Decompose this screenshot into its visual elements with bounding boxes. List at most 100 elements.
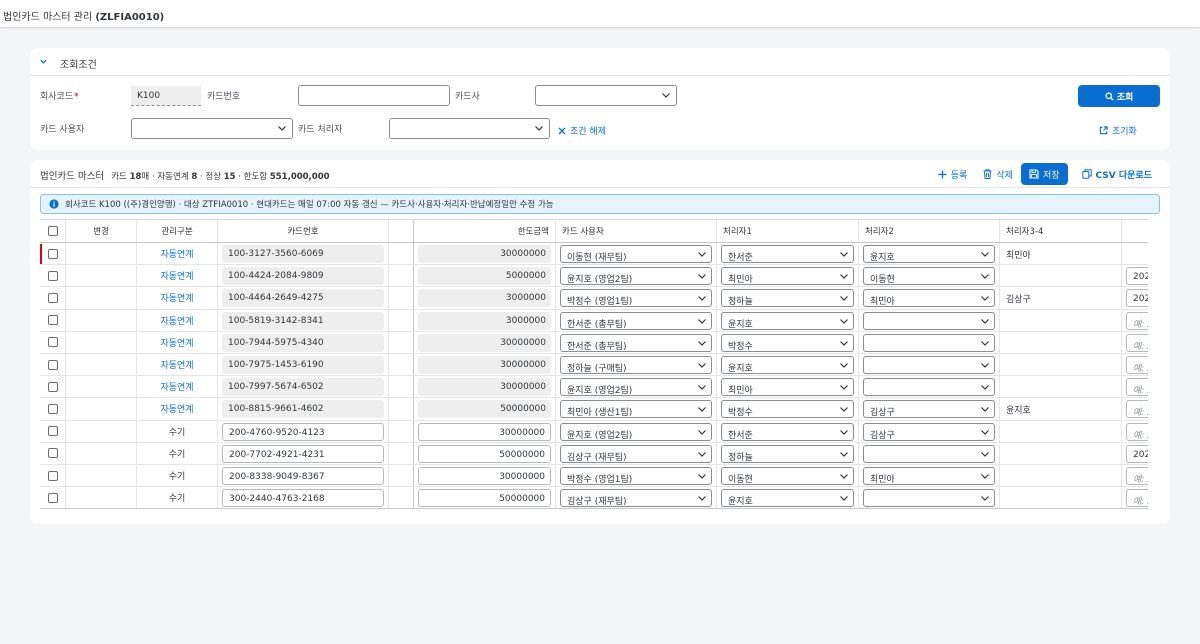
table-row[interactable]: 자동연계 100-4464-2649-4275 3000000 박정수 (영업1팀) 정… (40, 287, 1148, 310)
handler1-select[interactable]: 최민아 (721, 378, 854, 397)
card-user-select[interactable]: 최민아 (생산1팀) (560, 400, 712, 419)
card-no-field[interactable]: 200-8338-9049-8367 (222, 467, 384, 485)
card-user-select[interactable]: 이동현 (재무팀) (560, 245, 712, 263)
handler1-select[interactable]: 정하늘 (721, 444, 854, 463)
reset-button[interactable]: 초기화 (1099, 124, 1137, 137)
table-row[interactable]: 수기 200-8338-9049-8367 30000000 박정수 (영업1팀) 이동… (40, 465, 1148, 488)
add-button[interactable]: 등록 (930, 163, 976, 185)
card-handler-select[interactable] (389, 118, 550, 139)
card-no-input[interactable] (298, 85, 450, 106)
row-checkbox[interactable] (47, 381, 58, 392)
row-checkbox[interactable] (47, 315, 58, 326)
handler2-select[interactable]: 최민아 (863, 289, 995, 308)
row-checkbox[interactable] (47, 270, 58, 281)
return-date-input[interactable]: 예: 2 (1126, 333, 1148, 352)
row-checkbox[interactable] (47, 448, 58, 459)
card-user-select[interactable]: 박정수 (영업1팀) (560, 289, 712, 308)
col-handler34[interactable]: 처리자3-4 (1000, 220, 1122, 242)
handler1-select[interactable]: 윤지호 (721, 489, 854, 508)
return-date-input[interactable]: 2026 (1126, 289, 1148, 308)
handler2-select[interactable]: 김상구 (863, 400, 995, 419)
handler1-select[interactable]: 윤지호 (721, 311, 854, 330)
row-checkbox[interactable] (47, 292, 58, 303)
table-row[interactable]: 수기 200-4760-9520-4123 30000000 윤지호 (영업2팀) 한서… (40, 420, 1148, 443)
table-row[interactable]: 자동연계 100-5819-3142-8341 3000000 한서준 (총무팀) 윤지… (40, 309, 1148, 332)
limit-field[interactable]: 50000000 (418, 489, 551, 508)
handler1-select[interactable]: 한서준 (721, 422, 854, 441)
col-change[interactable]: 변경 (66, 220, 137, 242)
card-user-select[interactable]: 한서준 (총무팀) (560, 333, 712, 352)
return-date-input[interactable]: 2026 (1126, 444, 1148, 463)
col-handler2[interactable]: 처리자2 (859, 220, 1000, 242)
col-handler1[interactable]: 처리자1 (717, 220, 859, 242)
row-checkbox[interactable] (47, 248, 58, 259)
handler1-select[interactable]: 박정수 (721, 333, 854, 352)
handler2-select[interactable]: 김상구 (863, 422, 995, 441)
handler2-select[interactable] (863, 444, 995, 463)
return-date-input[interactable]: 예: 2 (1126, 467, 1148, 485)
csv-download-button[interactable]: CSV 다운로드 (1074, 163, 1160, 185)
return-date-input[interactable]: 2027 (1126, 267, 1148, 286)
return-date-input[interactable]: 예: 2 (1126, 489, 1148, 508)
card-user-select[interactable]: 윤지호 (영업2팀) (560, 267, 712, 286)
row-checkbox[interactable] (47, 470, 58, 481)
return-date-input[interactable]: 예: 2 (1126, 356, 1148, 374)
table-row[interactable]: 자동연계 100-7944-5975-4340 30000000 한서준 (총무팀) 박… (40, 331, 1148, 354)
row-checkbox[interactable] (47, 403, 58, 414)
limit-field[interactable]: 50000000 (418, 444, 551, 463)
filter-panel-header[interactable]: 조회조건 (30, 48, 1170, 76)
limit-field[interactable]: 30000000 (418, 422, 551, 441)
table-row[interactable]: 수기 300-2440-4763-2168 50000000 김상구 (재무팀) 윤지호… (40, 487, 1148, 509)
handler1-select[interactable]: 최민아 (721, 267, 854, 286)
col-user[interactable]: 카드 사용자 (556, 220, 717, 242)
card-company-select[interactable] (535, 85, 677, 106)
table-row[interactable]: 자동연계 100-4424-2084-9809 5000000 윤지호 (영업2팀) 최… (40, 265, 1148, 288)
col-card-no[interactable]: 카드번호 (218, 220, 389, 242)
handler2-select[interactable] (863, 333, 995, 352)
delete-button[interactable]: 삭제 (975, 163, 1021, 185)
card-user-select[interactable]: 윤지호 (영업2팀) (560, 422, 712, 441)
return-date-input[interactable]: 예: 2 (1126, 311, 1148, 330)
card-no-field[interactable]: 200-7702-4921-4231 (222, 444, 384, 463)
handler2-select[interactable]: 이동현 (863, 267, 995, 286)
handler1-select[interactable]: 한서준 (721, 245, 854, 263)
card-user-select[interactable]: 김상구 (재무팀) (560, 489, 712, 508)
save-button[interactable]: 저장 (1020, 163, 1068, 185)
row-checkbox[interactable] (47, 337, 58, 348)
col-limit[interactable]: 한도금액 (414, 220, 556, 242)
handler2-select[interactable] (863, 489, 995, 508)
card-user-select[interactable]: 김상구 (재무팀) (560, 444, 712, 463)
return-date-input[interactable]: 예: 2 (1126, 400, 1148, 419)
table-row[interactable]: 자동연계 100-7997-5674-6502 30000000 윤지호 (영업2팀)… (40, 376, 1148, 399)
select-all-checkbox[interactable] (47, 226, 58, 236)
handler1-select[interactable]: 정하늘 (721, 289, 854, 308)
row-checkbox[interactable] (47, 492, 58, 503)
card-user-select[interactable]: 박정수 (영업1팀) (560, 467, 712, 485)
table-row[interactable]: 자동연계 100-7975-1453-6190 30000000 정하늘 (구매팀) 윤… (40, 354, 1148, 377)
limit-field[interactable]: 30000000 (418, 467, 551, 485)
card-user-select[interactable]: 한서준 (총무팀) (560, 311, 712, 330)
handler2-select[interactable]: 최민아 (863, 467, 995, 485)
return-date-input[interactable]: 예: 2 (1126, 422, 1148, 441)
card-user-select[interactable] (131, 118, 293, 139)
card-user-select[interactable]: 정하늘 (구매팀) (560, 356, 712, 374)
table-row[interactable]: 자동연계 100-3127-3560-6069 30000000 이동현 (재무팀) 한… (40, 243, 1148, 266)
handler2-select[interactable] (863, 311, 995, 330)
row-checkbox[interactable] (47, 426, 58, 437)
clear-conditions-button[interactable]: 조건 해제 (558, 124, 606, 137)
handler1-select[interactable]: 윤지호 (721, 356, 854, 374)
return-date-input[interactable]: 예: 2 (1126, 378, 1148, 397)
handler2-select[interactable] (863, 378, 995, 397)
card-user-select[interactable]: 윤지호 (영업2팀) (560, 378, 712, 397)
chevron-down-icon[interactable] (39, 57, 48, 66)
handler2-select[interactable] (863, 356, 995, 374)
card-no-field[interactable]: 300-2440-4763-2168 (222, 489, 384, 508)
handler1-select[interactable]: 이동현 (721, 467, 854, 485)
card-no-field[interactable]: 200-4760-9520-4123 (222, 422, 384, 441)
col-mgmt-type[interactable]: 관리구분 (137, 220, 218, 242)
row-checkbox[interactable] (47, 359, 58, 370)
handler1-select[interactable]: 박정수 (721, 400, 854, 419)
handler2-select[interactable]: 윤지호 (863, 245, 995, 263)
table-row[interactable]: 수기 200-7702-4921-4231 50000000 김상구 (재무팀) 정하늘… (40, 442, 1148, 465)
table-row[interactable]: 자동연계 100-8815-9661-4602 50000000 최민아 (생산1팀)… (40, 398, 1148, 421)
